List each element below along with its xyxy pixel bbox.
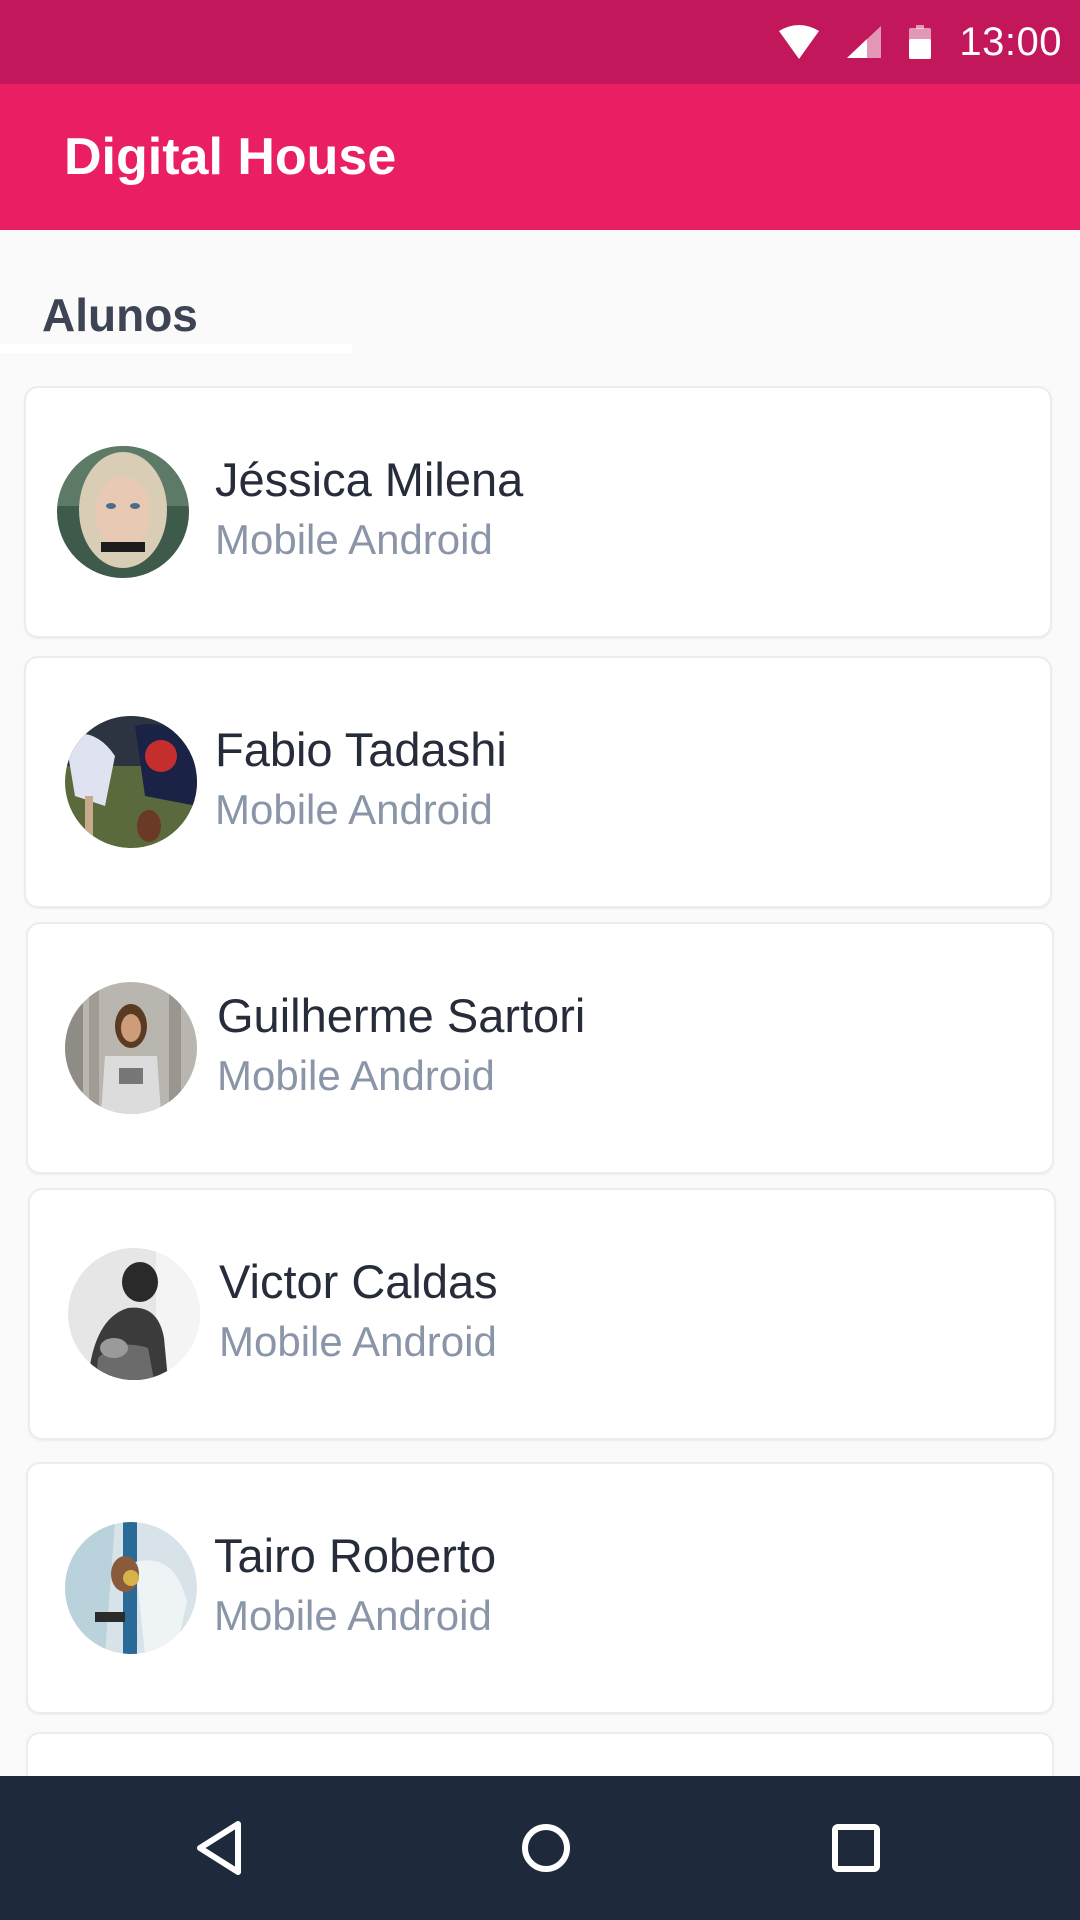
student-name: Guilherme Sartori (217, 989, 586, 1042)
student-name: Tairo Roberto (214, 1529, 497, 1582)
student-avatar (57, 446, 189, 578)
student-avatar (65, 716, 197, 848)
signal-icon (847, 26, 882, 58)
student-card[interactable]: Tairo Roberto Mobile Android (26, 1462, 1054, 1714)
student-name: Fabio Tadashi (215, 723, 507, 776)
student-name: Jéssica Milena (215, 453, 524, 506)
student-name: Victor Caldas (219, 1255, 498, 1308)
status-bar: 13:00 (0, 0, 1080, 84)
section-tab[interactable]: Alunos (0, 280, 352, 354)
section-underline (0, 344, 352, 353)
student-card[interactable]: Fabio Tadashi Mobile Android (24, 656, 1052, 908)
section-title: Alunos (42, 289, 198, 341)
screen: 13:00 Digital House Alunos Jéssica Milen… (0, 0, 1080, 1920)
student-course: Mobile Android (215, 786, 493, 833)
home-icon (522, 1824, 570, 1872)
recents-icon (832, 1824, 880, 1872)
student-card[interactable]: Victor Caldas Mobile Android (28, 1188, 1056, 1440)
recents-button[interactable] (776, 1776, 936, 1920)
app-bar: Digital House (0, 84, 1080, 230)
student-course: Mobile Android (219, 1318, 497, 1365)
wifi-icon (779, 25, 820, 59)
student-avatar (68, 1248, 200, 1380)
battery-icon (909, 25, 932, 59)
nav-bar (0, 1776, 1080, 1920)
student-course: Mobile Android (215, 516, 493, 563)
student-avatar (65, 1522, 197, 1654)
back-button[interactable] (140, 1776, 300, 1920)
back-icon (197, 1821, 241, 1875)
student-avatar (65, 982, 197, 1114)
status-icons: 13:00 (779, 0, 1062, 84)
home-button[interactable] (466, 1776, 626, 1920)
student-card[interactable]: Guilherme Sartori Mobile Android (26, 922, 1054, 1174)
student-course: Mobile Android (217, 1052, 495, 1099)
student-course: Mobile Android (214, 1592, 492, 1639)
student-card[interactable]: Jéssica Milena Mobile Android (24, 386, 1052, 638)
app-title: Digital House (64, 128, 397, 186)
status-time: 13:00 (959, 19, 1062, 64)
